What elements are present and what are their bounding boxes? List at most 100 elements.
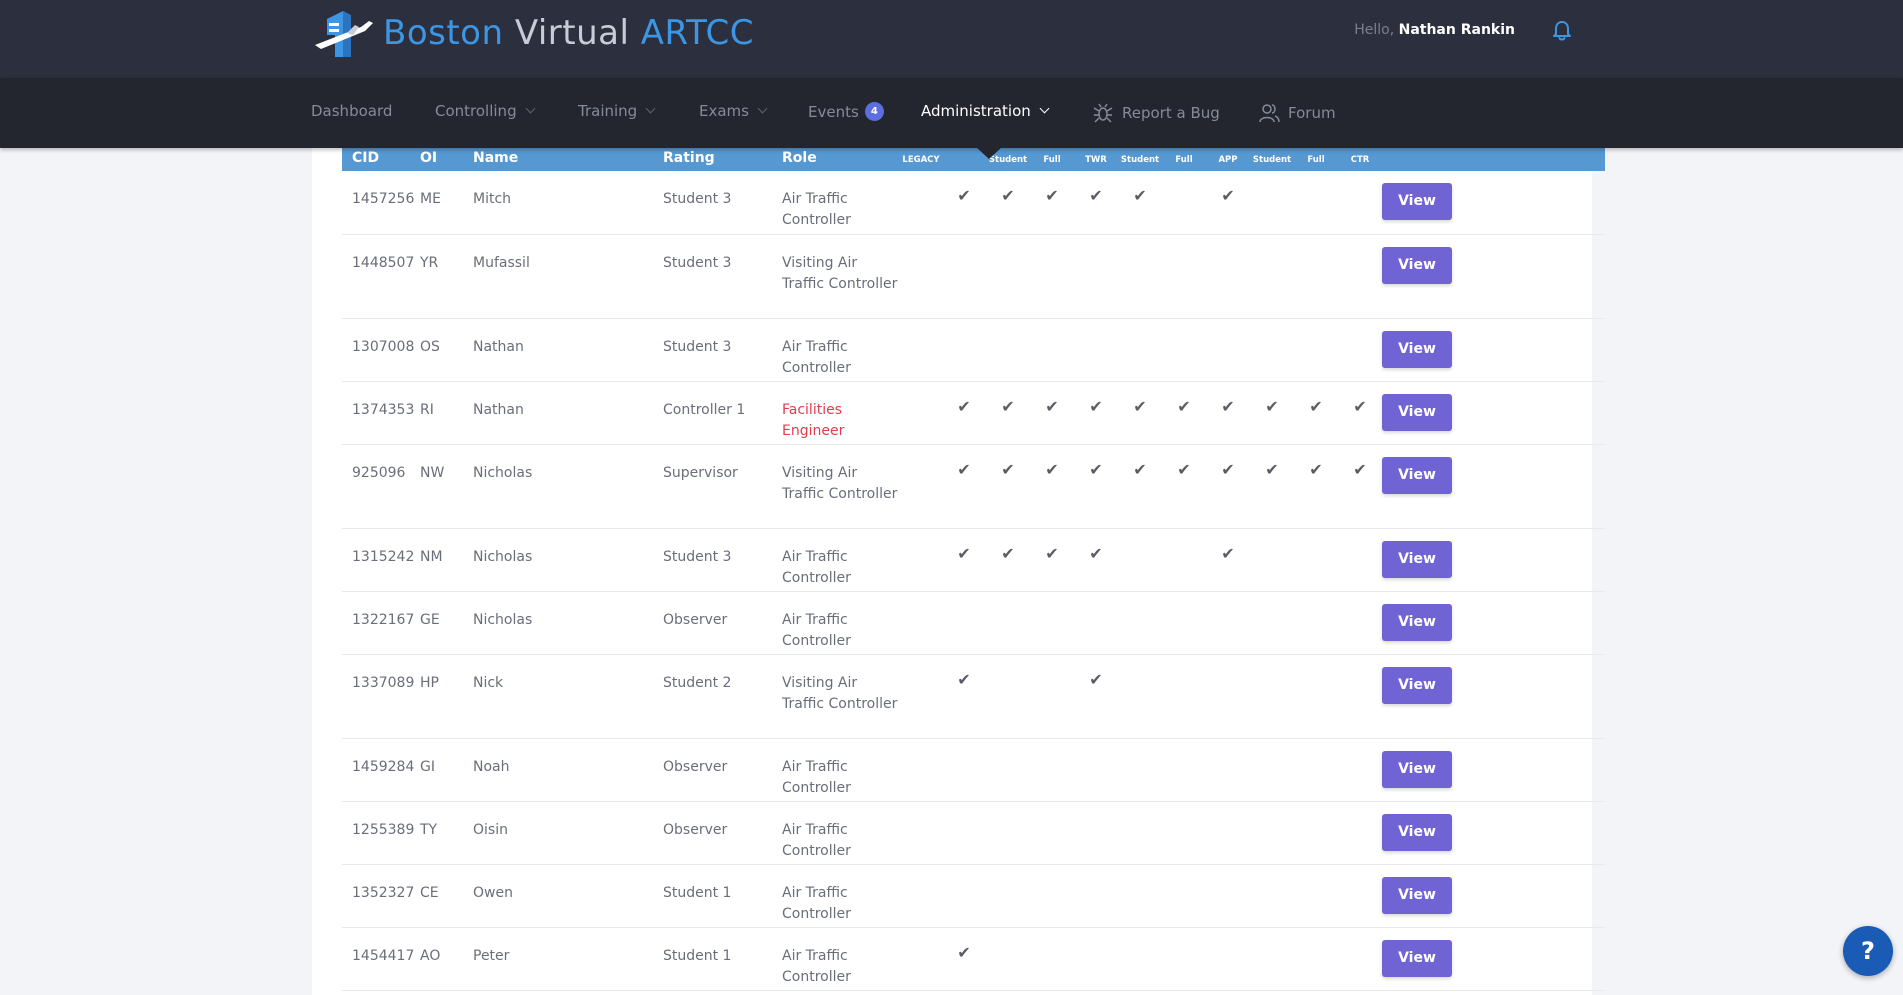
cell-empty bbox=[1338, 738, 1382, 802]
check-icon: ✔ bbox=[942, 171, 986, 235]
cell-role: Air Traffic Controller bbox=[782, 864, 900, 928]
check-icon: ✔ bbox=[986, 528, 1030, 592]
check-icon: ✔ bbox=[1250, 444, 1294, 529]
col-oi[interactable]: OI bbox=[420, 148, 473, 171]
check-icon: ✔ bbox=[1206, 171, 1250, 235]
cell-oi: NM bbox=[420, 528, 473, 592]
table-header-row: CID OI Name Rating Role LEGACY Student F… bbox=[342, 148, 1605, 171]
cell-empty bbox=[1162, 591, 1206, 655]
cell-empty bbox=[986, 738, 1030, 802]
cell-oi: OS bbox=[420, 318, 473, 382]
check-icon: ✔ bbox=[1118, 381, 1162, 445]
col-cid[interactable]: CID bbox=[342, 148, 420, 171]
nav-events[interactable]: Events 4 bbox=[808, 102, 884, 121]
cell-oi: ME bbox=[420, 171, 473, 235]
table-row: 1322167 GE Nicholas Observer Air Traffic… bbox=[342, 591, 1605, 655]
cell-actions: View bbox=[1382, 381, 1605, 445]
view-button[interactable]: View bbox=[1382, 750, 1452, 788]
cell-rating: Student 3 bbox=[663, 171, 782, 235]
nav-forum[interactable]: Forum bbox=[1258, 102, 1336, 124]
col-rating[interactable]: Rating bbox=[663, 148, 782, 171]
cell-empty bbox=[1294, 654, 1338, 739]
table-row: 1374353 RI Nathan Controller 1 Facilitie… bbox=[342, 381, 1605, 445]
cell-empty bbox=[1162, 927, 1206, 991]
nav-controlling-label: Controlling bbox=[435, 102, 517, 120]
view-button[interactable]: View bbox=[1382, 246, 1452, 284]
nav-dashboard-label: Dashboard bbox=[311, 102, 393, 120]
nav-controlling[interactable]: Controlling bbox=[435, 102, 536, 120]
cell-empty bbox=[1338, 234, 1382, 319]
cell-cid: 1454417 bbox=[342, 927, 420, 991]
cell-role: Air Traffic Controller bbox=[782, 318, 900, 382]
nav-exams[interactable]: Exams bbox=[699, 102, 768, 120]
view-button[interactable]: View bbox=[1382, 183, 1452, 220]
cell-name: Nicholas bbox=[473, 591, 663, 655]
check-icon: ✔ bbox=[942, 381, 986, 445]
cell-empty bbox=[1294, 318, 1338, 382]
help-button[interactable]: ? bbox=[1843, 926, 1893, 976]
nav-training[interactable]: Training bbox=[578, 102, 656, 120]
cell-name: Nathan bbox=[473, 381, 663, 445]
cell-role: Air Traffic Controller bbox=[782, 171, 900, 235]
cell-oi: AO bbox=[420, 927, 473, 991]
nav-administration[interactable]: Administration bbox=[921, 102, 1050, 120]
cell-empty bbox=[1162, 801, 1206, 865]
cell-name: Peter bbox=[473, 927, 663, 991]
view-button[interactable]: View bbox=[1382, 603, 1452, 641]
brand-virtual: Virtual bbox=[514, 13, 630, 53]
view-button[interactable]: View bbox=[1382, 813, 1452, 851]
cell-empty bbox=[1294, 234, 1338, 319]
cell-empty bbox=[1294, 801, 1338, 865]
cell-oi: HP bbox=[420, 654, 473, 739]
cell-name: Oisin bbox=[473, 801, 663, 865]
col-role[interactable]: Role bbox=[782, 148, 900, 171]
check-icon: ✔ bbox=[1294, 381, 1338, 445]
cell-oi: CE bbox=[420, 864, 473, 928]
check-icon: ✔ bbox=[1074, 381, 1118, 445]
table-row: 1337089 HP Nick Student 2 Visiting Air T… bbox=[342, 654, 1605, 739]
table-row: 925096 NW Nicholas Supervisor Visiting A… bbox=[342, 444, 1605, 529]
cell-name: Mitch bbox=[473, 171, 663, 235]
cell-actions: View bbox=[1382, 864, 1605, 928]
cell-actions: View bbox=[1382, 801, 1605, 865]
cell-rating: Observer bbox=[663, 801, 782, 865]
table-row: 1315242 NM Nicholas Student 3 Air Traffi… bbox=[342, 528, 1605, 592]
cell-rating: Observer bbox=[663, 738, 782, 802]
cell-empty bbox=[1162, 171, 1206, 235]
cell-empty bbox=[1030, 801, 1074, 865]
col-name[interactable]: Name bbox=[473, 148, 663, 171]
cell-empty bbox=[1162, 234, 1206, 319]
view-button[interactable]: View bbox=[1382, 456, 1452, 494]
check-icon: ✔ bbox=[1206, 528, 1250, 592]
nav-dashboard[interactable]: Dashboard bbox=[311, 102, 392, 120]
nav-report-bug[interactable]: Report a Bug bbox=[1092, 102, 1220, 124]
notification-bell-icon[interactable] bbox=[1551, 20, 1573, 42]
check-icon: ✔ bbox=[1030, 171, 1074, 235]
cell-empty bbox=[1250, 864, 1294, 928]
cell-empty bbox=[986, 234, 1030, 319]
user-greeting[interactable]: Hello, Nathan Rankin bbox=[1354, 22, 1515, 38]
view-button[interactable]: View bbox=[1382, 876, 1452, 914]
cell-empty bbox=[1250, 318, 1294, 382]
view-button[interactable]: View bbox=[1382, 393, 1452, 431]
view-button[interactable]: View bbox=[1382, 939, 1452, 977]
brand-logo-link[interactable]: Boston Virtual ARTCC bbox=[313, 5, 754, 61]
cell-empty bbox=[1162, 864, 1206, 928]
check-icon: ✔ bbox=[1338, 381, 1382, 445]
cell-cid: 1459284 bbox=[342, 738, 420, 802]
cell-role: Air Traffic Controller bbox=[782, 738, 900, 802]
col-c9: Full bbox=[1307, 155, 1325, 165]
cell-empty bbox=[1074, 318, 1118, 382]
cell-empty bbox=[1338, 318, 1382, 382]
view-button[interactable]: View bbox=[1382, 666, 1452, 704]
active-nav-pointer bbox=[976, 147, 1002, 159]
cell-rating: Student 1 bbox=[663, 864, 782, 928]
cell-oi: YR bbox=[420, 234, 473, 319]
view-button[interactable]: View bbox=[1382, 330, 1452, 368]
cell-cid: 1255389 bbox=[342, 801, 420, 865]
view-button[interactable]: View bbox=[1382, 540, 1452, 578]
cell-empty bbox=[1338, 864, 1382, 928]
cell-empty bbox=[1162, 528, 1206, 592]
cell-empty bbox=[1206, 591, 1250, 655]
cell-rating: Student 1 bbox=[663, 927, 782, 991]
